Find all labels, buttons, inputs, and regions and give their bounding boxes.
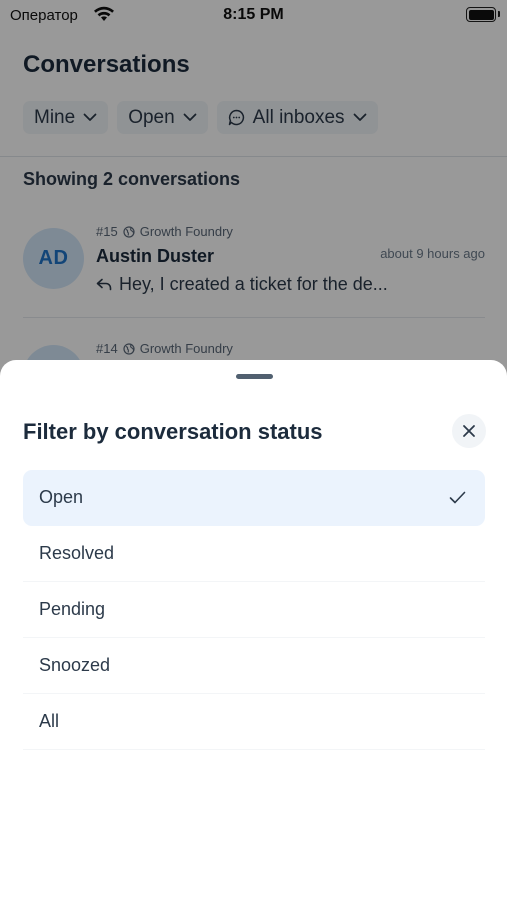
status-option-resolved[interactable]: Resolved: [23, 526, 485, 582]
sheet-title: Filter by conversation status: [23, 419, 323, 444]
status-option-all[interactable]: All: [23, 694, 485, 750]
status-option-pending[interactable]: Pending: [23, 582, 485, 638]
option-label: Pending: [39, 599, 106, 619]
option-label: Snoozed: [39, 655, 111, 675]
sheet-grabber[interactable]: [236, 374, 273, 379]
status-filter-sheet: Filter by conversation status Open Resol…: [0, 360, 507, 900]
option-label: Open: [39, 487, 84, 507]
close-button[interactable]: [452, 414, 486, 448]
close-icon: [463, 425, 475, 437]
option-label: All: [39, 711, 60, 731]
option-label: Resolved: [39, 543, 115, 563]
status-options-list: Open Resolved Pending Snoozed All: [23, 470, 485, 750]
status-option-snoozed[interactable]: Snoozed: [23, 638, 485, 694]
status-option-open[interactable]: Open: [23, 470, 485, 526]
checkmark-icon: [449, 491, 466, 504]
